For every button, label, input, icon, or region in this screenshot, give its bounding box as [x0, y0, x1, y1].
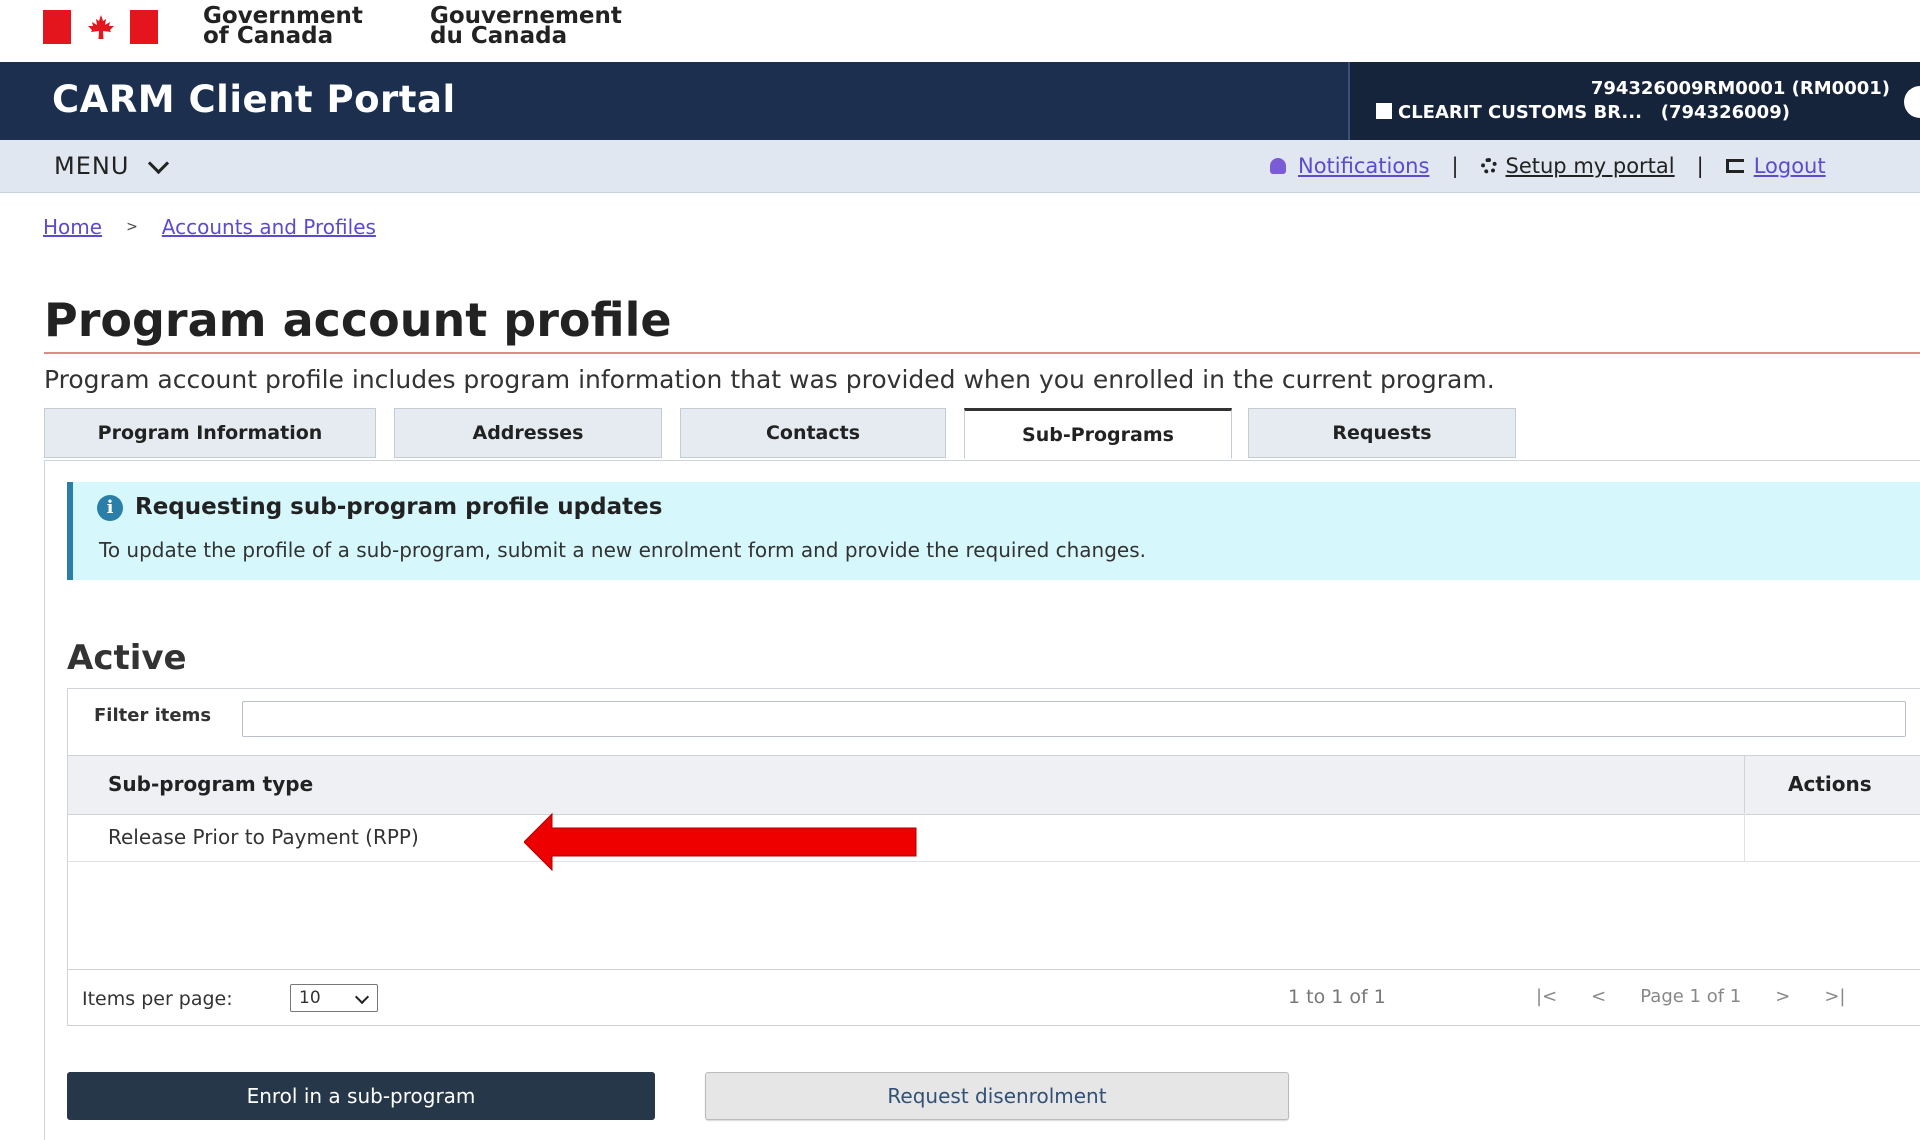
- tab-sub-programs[interactable]: Sub-Programs: [964, 408, 1232, 459]
- previous-page-button[interactable]: <: [1591, 986, 1606, 1007]
- grid-footer: Items per page: 10 1 to 1 of 1 |< < Page…: [68, 969, 1920, 1026]
- title-divider: [44, 352, 1920, 354]
- page: Government of Canada Gouvernement du Can…: [0, 0, 1920, 1140]
- page-title: Program account profile: [44, 293, 672, 347]
- sub-program-grid: Filter items Sub-program type Actions Re…: [67, 688, 1920, 1026]
- breadcrumb-home[interactable]: Home: [43, 215, 102, 239]
- column-header-actions: Actions: [1788, 772, 1872, 796]
- tab-requests[interactable]: Requests: [1248, 408, 1516, 458]
- portal-title: CARM Client Portal: [52, 78, 456, 121]
- gear-icon: [1480, 158, 1497, 174]
- grid-header: Sub-program type Actions: [68, 755, 1920, 815]
- info-alert: i Requesting sub-program profile updates…: [67, 482, 1920, 580]
- profile-tabs: Program Information Addresses Contacts S…: [44, 408, 1920, 461]
- enrol-sub-program-button[interactable]: Enrol in a sub-program: [67, 1072, 655, 1120]
- filter-input[interactable]: [242, 701, 1906, 737]
- tab-program-information[interactable]: Program Information: [44, 408, 376, 458]
- account-id: 794326009RM0001 (RM0001): [1590, 78, 1890, 99]
- page-indicator: Page 1 of 1: [1640, 986, 1742, 1007]
- chevron-down-icon: [354, 989, 370, 1005]
- gov-wordmark-fr: Gouvernement du Canada: [430, 3, 622, 49]
- notifications-link[interactable]: Notifications: [1298, 154, 1429, 178]
- building-icon: [1376, 103, 1392, 119]
- sub-programs-panel: i Requesting sub-program profile updates…: [44, 460, 1920, 1140]
- chevron-down-icon: [148, 152, 170, 174]
- alert-title: Requesting sub-program profile updates: [135, 494, 663, 520]
- active-heading: Active: [67, 638, 187, 678]
- pagination: |< < Page 1 of 1 > >|: [1536, 986, 1880, 1007]
- items-per-page-value: 10: [299, 988, 321, 1008]
- canada-flag-icon: [43, 10, 158, 44]
- tab-addresses[interactable]: Addresses: [394, 408, 662, 458]
- page-description: Program account profile includes program…: [44, 365, 1495, 394]
- gov-banner: Government of Canada Gouvernement du Can…: [0, 0, 1920, 62]
- row-range: 1 to 1 of 1: [1288, 986, 1386, 1008]
- info-icon: i: [97, 495, 123, 521]
- last-page-button[interactable]: >|: [1824, 986, 1845, 1007]
- breadcrumb-separator: >: [126, 219, 138, 235]
- account-selector[interactable]: 794326009RM0001 (RM0001) CLEARIT CUSTOMS…: [1348, 62, 1920, 140]
- items-per-page-select[interactable]: 10: [290, 984, 378, 1012]
- alert-body: To update the profile of a sub-program, …: [99, 538, 1147, 562]
- breadcrumb-accounts[interactable]: Accounts and Profiles: [162, 215, 376, 239]
- table-row[interactable]: Release Prior to Payment (RPP): [68, 813, 1920, 862]
- column-header-sub-program-type[interactable]: Sub-program type: [108, 772, 313, 796]
- tab-contacts[interactable]: Contacts: [680, 408, 946, 458]
- request-disenrolment-button[interactable]: Request disenrolment: [705, 1072, 1289, 1120]
- menu-button[interactable]: MENU: [54, 152, 170, 180]
- menu-label: MENU: [54, 152, 130, 180]
- logout-link[interactable]: Logout: [1754, 154, 1826, 178]
- next-page-button[interactable]: >: [1775, 986, 1790, 1007]
- utility-links: Notifications | Setup my portal | Logout: [1270, 154, 1826, 178]
- setup-portal-link[interactable]: Setup my portal: [1506, 154, 1675, 178]
- business-number: (794326009): [1660, 102, 1790, 123]
- bell-icon: [1270, 158, 1286, 174]
- business-line: CLEARIT CUSTOMS BR... (794326009): [1376, 102, 1790, 123]
- sub-program-type-cell: Release Prior to Payment (RPP): [108, 825, 419, 849]
- breadcrumb: Home > Accounts and Profiles: [43, 215, 376, 239]
- logout-icon: [1725, 159, 1744, 173]
- portal-header: CARM Client Portal 794326009RM0001 (RM00…: [0, 62, 1920, 140]
- items-per-page-label: Items per page:: [82, 988, 233, 1010]
- menu-bar: MENU Notifications | Setup my portal | L…: [0, 140, 1920, 193]
- account-avatar-icon[interactable]: [1904, 86, 1920, 118]
- first-page-button[interactable]: |<: [1536, 986, 1557, 1007]
- gov-wordmark-en: Government of Canada: [203, 3, 363, 49]
- red-arrow-annotation: [524, 812, 917, 872]
- filter-label: Filter items: [94, 705, 212, 726]
- business-name: CLEARIT CUSTOMS BR...: [1398, 102, 1642, 123]
